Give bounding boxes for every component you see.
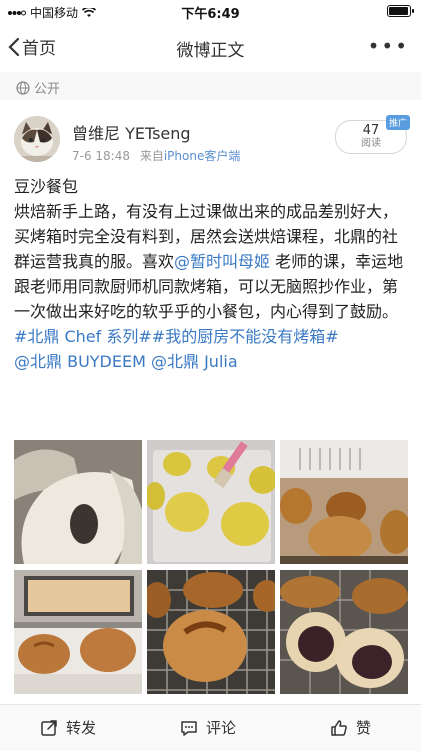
bun-cross-section-photo[interactable] [280,570,408,694]
status-time: 下午6:49 [181,7,240,22]
comment-icon [181,720,197,736]
like-button[interactable]: 赞 [330,717,371,738]
post-date: 7-6 18:48 [72,149,130,163]
mention-teacher-link[interactable]: @暂时叫母姬 [174,252,270,271]
status-bar: 中国移动 下午6:49 [0,0,421,22]
post-source[interactable]: iPhone客户端 [164,149,241,163]
bun-on-rack-photo[interactable] [147,570,275,694]
repost-icon [41,719,57,736]
hashtag-link[interactable]: #北鼎 Chef 系列# [14,327,152,346]
egg-wash-brushing-photo[interactable] [147,440,275,564]
mention-brand-link[interactable]: @北鼎 BUYDEEM [14,352,146,371]
dough-stretch-photo[interactable] [14,440,142,564]
visibility-indicator: 公开 [16,78,60,97]
comment-button[interactable]: 评论 [180,717,236,738]
author-header: 曾维尼 YETseng 7-6 18:48 来自iPhone客户端 47 阅读 … [0,110,421,172]
action-bar: 转发 评论 赞 [0,704,421,751]
cat-avatar-image [14,116,60,162]
status-right [387,5,414,17]
post-paragraph: 烘焙新手上路，有没有上过课做出来的成品差别好大，买烤箱时完全没有料到，居然会送烘… [14,199,409,324]
post-tags: #北鼎 Chef 系列##我的厨房不能没有烤箱# [14,324,409,349]
like-label: 赞 [356,719,372,737]
hashtag-link[interactable]: #我的厨房不能没有烤箱# [152,327,339,346]
repost-label: 转发 [66,719,97,737]
public-icon [16,80,30,95]
visibility-row: 公开 [0,72,421,100]
repost-button[interactable]: 转发 [40,717,96,738]
visibility-label: 公开 [34,82,61,97]
page-title: 微博正文 [176,41,245,61]
oven-baking-photo[interactable] [280,440,408,564]
promo-badge[interactable]: 推广 [385,115,410,130]
post-title: 豆沙餐包 [14,177,79,196]
comment-label: 评论 [206,719,237,737]
thumbs-up-icon [331,719,347,736]
author-name[interactable]: 曾维尼 YETseng [72,120,191,144]
mention-julia-link[interactable]: @北鼎 Julia [151,352,238,371]
post-mentions: @北鼎 BUYDEEM @北鼎 Julia [14,349,409,374]
reads-label: 阅读 [361,138,381,149]
nav-bar: 首页 微博正文 ••• [0,22,421,73]
reads-counter: 47 阅读 推广 [335,115,410,154]
photo-grid [14,440,408,694]
oven-front-photo[interactable] [14,570,142,694]
more-icon[interactable]: ••• [368,34,409,58]
battery-icon [387,5,414,17]
avatar[interactable] [14,116,60,162]
post-meta: 7-6 18:48 来自iPhone客户端 [72,147,240,164]
source-prefix: 来自 [139,149,164,163]
post-body: 豆沙餐包 烘焙新手上路，有没有上过课做出来的成品差别好大，买烤箱时完全没有料到，… [14,174,409,374]
